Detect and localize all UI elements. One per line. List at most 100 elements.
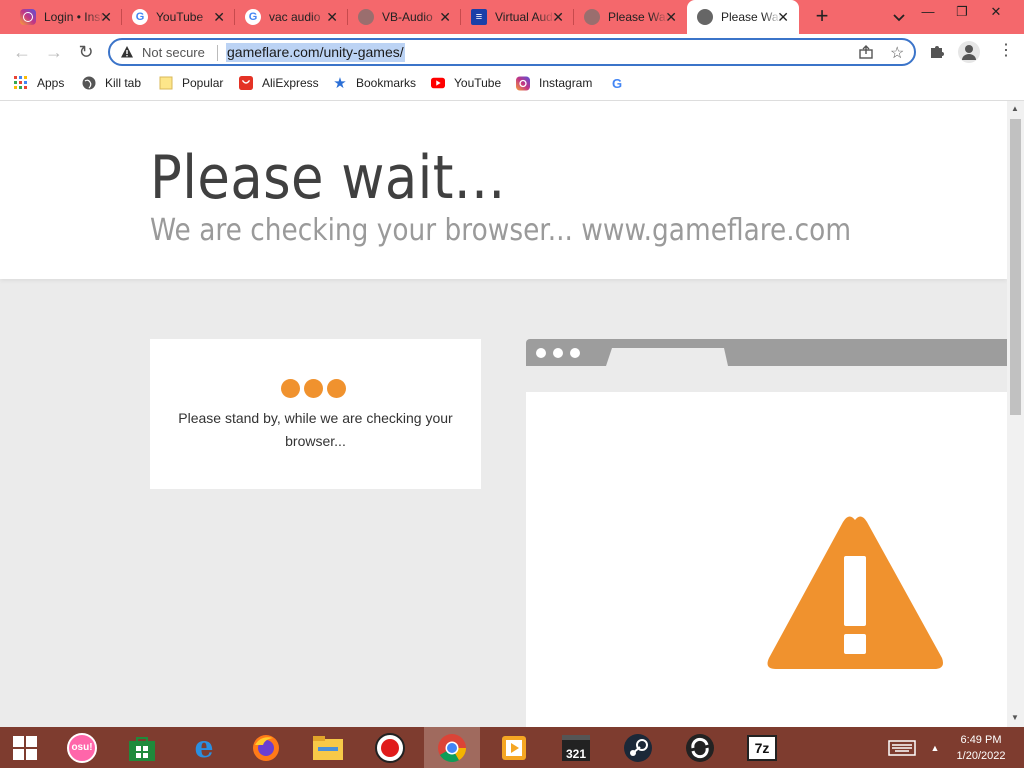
warning-icon[interactable] <box>120 45 134 59</box>
bookmark-kill-tab[interactable]: Kill tab <box>82 76 141 90</box>
instagram-icon <box>516 76 530 90</box>
system-clock[interactable]: 6:49 PM 1/20/2022 <box>948 732 1014 764</box>
windows-taskbar: osu! e 321 7z ▲ 6:49 PM 1/20/2022 <box>0 727 1024 768</box>
bookmark-google[interactable]: G <box>610 75 633 91</box>
globe-icon <box>358 9 374 25</box>
scroll-up-icon[interactable]: ▲ <box>1011 104 1019 113</box>
tab-youtube[interactable]: G YouTube ✕ <box>122 0 235 34</box>
globe-icon <box>697 9 713 25</box>
explorer-icon[interactable] <box>300 727 356 768</box>
tray-chevron-icon[interactable]: ▲ <box>924 727 946 768</box>
bookmark-label: Instagram <box>539 76 593 90</box>
tab-label: Please Wait <box>608 10 668 24</box>
bookmark-popular[interactable]: Popular <box>159 76 223 90</box>
tab-label: YouTube <box>156 10 204 24</box>
instagram-icon <box>20 9 36 25</box>
steam-icon[interactable] <box>610 727 666 768</box>
google-icon: G <box>132 9 148 25</box>
scroll-thumb[interactable] <box>1010 119 1021 415</box>
close-tab-icon[interactable]: ✕ <box>213 9 225 25</box>
browser-illustration <box>526 339 1007 727</box>
page-content: Please wait... We are checking your brow… <box>0 101 1007 727</box>
bookmark-youtube[interactable]: YouTube <box>431 76 501 90</box>
store-icon[interactable] <box>114 727 170 768</box>
status-message: Please stand by, while we are checking y… <box>178 410 453 449</box>
warning-triangle-icon <box>767 516 943 669</box>
page-subtitle: We are checking your browser... www.game… <box>150 213 852 248</box>
folder-icon <box>159 76 173 90</box>
page-scrollbar[interactable]: ▲ ▼ <box>1007 101 1024 727</box>
globe-icon <box>584 9 600 25</box>
forward-button[interactable]: → <box>44 42 64 62</box>
window-dot-icon <box>570 348 580 358</box>
globe-icon <box>82 76 96 90</box>
security-label[interactable]: Not secure <box>142 45 205 60</box>
close-tab-icon[interactable]: ✕ <box>100 9 112 25</box>
7zip-icon[interactable]: 7z <box>734 727 790 768</box>
close-tab-icon[interactable]: ✕ <box>665 9 677 25</box>
obs-icon[interactable] <box>362 727 418 768</box>
divider <box>217 45 218 61</box>
extensions-icon[interactable] <box>928 42 946 60</box>
bookmark-aliexpress[interactable]: AliExpress <box>239 76 319 90</box>
illustration-titlebar <box>526 339 1007 366</box>
keyboard-icon[interactable] <box>876 727 928 768</box>
minimize-icon[interactable]: — <box>918 4 938 20</box>
star-icon: ★ <box>333 75 347 92</box>
chrome-icon[interactable] <box>424 727 480 768</box>
tab-instagram-login[interactable]: Login • Instagram ✕ <box>10 0 122 34</box>
close-tab-icon[interactable]: ✕ <box>777 9 789 25</box>
bookmark-label: Popular <box>182 76 224 90</box>
clock-time: 6:49 PM <box>960 734 1002 746</box>
aliexpress-icon <box>239 76 253 90</box>
firefox-icon[interactable] <box>238 727 294 768</box>
window-dot-icon <box>536 348 546 358</box>
close-window-icon[interactable]: ✕ <box>986 4 1006 20</box>
menu-kebab-icon[interactable]: ⋮ <box>998 42 1014 60</box>
close-tab-icon[interactable]: ✕ <box>552 9 564 25</box>
close-tab-icon[interactable]: ✕ <box>326 9 338 25</box>
share-icon[interactable] <box>858 44 874 60</box>
new-tab-button[interactable]: + <box>810 5 834 29</box>
tab-virtual-audio[interactable]: ≡ Virtual Audio ✕ <box>461 0 574 34</box>
url-text[interactable]: gameflare.com/unity-games/ <box>226 43 405 62</box>
reload-button[interactable]: ↻ <box>76 42 96 62</box>
tab-label: Please Wait <box>721 10 781 24</box>
edge-icon[interactable]: e <box>176 727 232 768</box>
tab-strip: Login • Instagram ✕ G YouTube ✕ G vac au… <box>0 0 1024 34</box>
bookmark-label: AliExpress <box>262 76 319 90</box>
tab-vac-audio[interactable]: G vac audio ✕ <box>235 0 348 34</box>
back-button[interactable]: ← <box>12 42 32 62</box>
tab-search-icon[interactable] <box>890 8 908 26</box>
loading-dots-icon <box>281 379 350 398</box>
scroll-down-icon[interactable]: ▼ <box>1011 713 1019 722</box>
tab-please-wait[interactable]: Please Wait ✕ <box>574 0 687 34</box>
close-tab-icon[interactable]: ✕ <box>439 9 451 25</box>
profile-avatar-icon[interactable] <box>958 41 980 63</box>
tab-label: Login • Instagram <box>44 10 104 24</box>
mpc-icon[interactable]: 321 <box>548 727 604 768</box>
osu-icon[interactable]: osu! <box>54 727 110 768</box>
illustration-tab <box>606 348 728 366</box>
illustration-toolbar <box>526 366 1007 392</box>
tab-vb-audio[interactable]: VB-Audio ✕ <box>348 0 461 34</box>
bookmark-bookmarks[interactable]: ★ Bookmarks <box>333 75 416 92</box>
youtube-icon <box>431 76 445 90</box>
sync-icon[interactable] <box>672 727 728 768</box>
google-icon: G <box>611 75 623 91</box>
restore-icon[interactable]: ❐ <box>952 4 972 20</box>
vb-icon: ≡ <box>471 9 487 25</box>
bookmark-instagram[interactable]: Instagram <box>516 76 592 90</box>
tab-please-wait-active[interactable]: Please Wait ✕ <box>687 0 799 34</box>
bookmark-star-icon[interactable]: ☆ <box>890 43 904 63</box>
start-icon[interactable] <box>0 727 50 768</box>
bookmark-label: YouTube <box>454 76 502 90</box>
illustration-body <box>526 392 1007 727</box>
tab-label: VB-Audio <box>382 10 433 24</box>
bookmark-apps[interactable]: Apps <box>14 76 64 90</box>
vlc-icon[interactable] <box>486 727 542 768</box>
hero-header: Please wait... We are checking your brow… <box>0 101 1007 279</box>
google-icon: G <box>245 9 261 25</box>
address-bar[interactable]: Not secure gameflare.com/unity-games/ ☆ <box>108 38 916 66</box>
tab-label: vac audio <box>269 10 321 24</box>
